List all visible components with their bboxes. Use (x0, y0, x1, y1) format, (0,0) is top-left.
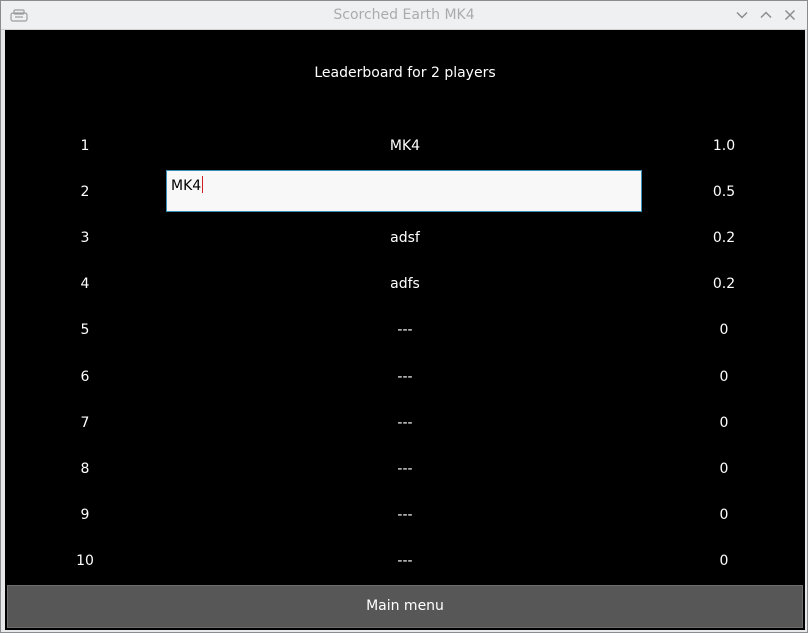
chevron-up-icon (760, 11, 772, 19)
game-window: Scorched Earth MK4 Leaderboard for 2 pla… (0, 0, 808, 633)
rank: 10 (76, 553, 94, 569)
maximize-button[interactable] (758, 7, 774, 23)
player-score: 0 (719, 369, 729, 385)
player-score: 0 (719, 415, 729, 431)
player-name: --- (397, 415, 413, 431)
player-name: MK4 (389, 138, 421, 154)
player-score: 0 (719, 553, 729, 569)
text-caret (202, 176, 204, 193)
player-score: 1.0 (712, 138, 736, 154)
chevron-down-icon (736, 11, 748, 19)
rank: 5 (80, 322, 90, 338)
leaderboard-screen: Leaderboard for 2 players 1 MK4 1.0 2 0.… (5, 30, 805, 630)
player-name: --- (397, 369, 413, 385)
player-name-input[interactable]: MK4 (166, 170, 642, 212)
rank: 4 (80, 276, 90, 292)
player-score: 0.5 (712, 184, 736, 200)
player-name: --- (397, 507, 413, 523)
player-name-input-value: MK4 (171, 178, 202, 194)
leaderboard-row: 5 --- 0 (5, 319, 805, 343)
player-score: 0.2 (712, 276, 736, 292)
leaderboard-heading: Leaderboard for 2 players (314, 65, 496, 81)
leaderboard-row: 10 --- 0 (5, 550, 805, 574)
rank: 9 (80, 507, 90, 523)
leaderboard-row: 3 adsf 0.2 (5, 227, 805, 251)
player-name: --- (397, 322, 413, 338)
leaderboard-row: 9 --- 0 (5, 504, 805, 528)
leaderboard-row: 4 adfs 0.2 (5, 273, 805, 297)
close-button[interactable] (782, 7, 798, 23)
player-score: 0.2 (712, 230, 736, 246)
player-name: --- (397, 461, 413, 477)
leaderboard-row: 6 --- 0 (5, 366, 805, 390)
player-score: 0 (719, 507, 729, 523)
rank: 8 (80, 461, 90, 477)
player-name: adfs (390, 276, 420, 292)
main-menu-button[interactable]: Main menu (7, 585, 803, 628)
player-name: adsf (390, 230, 420, 246)
window-title: Scorched Earth MK4 (333, 7, 475, 23)
close-icon (784, 9, 796, 21)
rank: 2 (80, 184, 90, 200)
rank: 6 (80, 369, 90, 385)
rank: 1 (80, 138, 90, 154)
rank: 7 (80, 415, 90, 431)
rank: 3 (80, 230, 90, 246)
player-score: 0 (719, 461, 729, 477)
title-bar[interactable]: Scorched Earth MK4 (1, 1, 807, 30)
minimize-button[interactable] (734, 7, 750, 23)
player-score: 0 (719, 322, 729, 338)
leaderboard-row: 1 MK4 1.0 (5, 135, 805, 159)
leaderboard-row: 7 --- 0 (5, 412, 805, 436)
leaderboard-row: 8 --- 0 (5, 458, 805, 482)
player-name: --- (397, 553, 413, 569)
